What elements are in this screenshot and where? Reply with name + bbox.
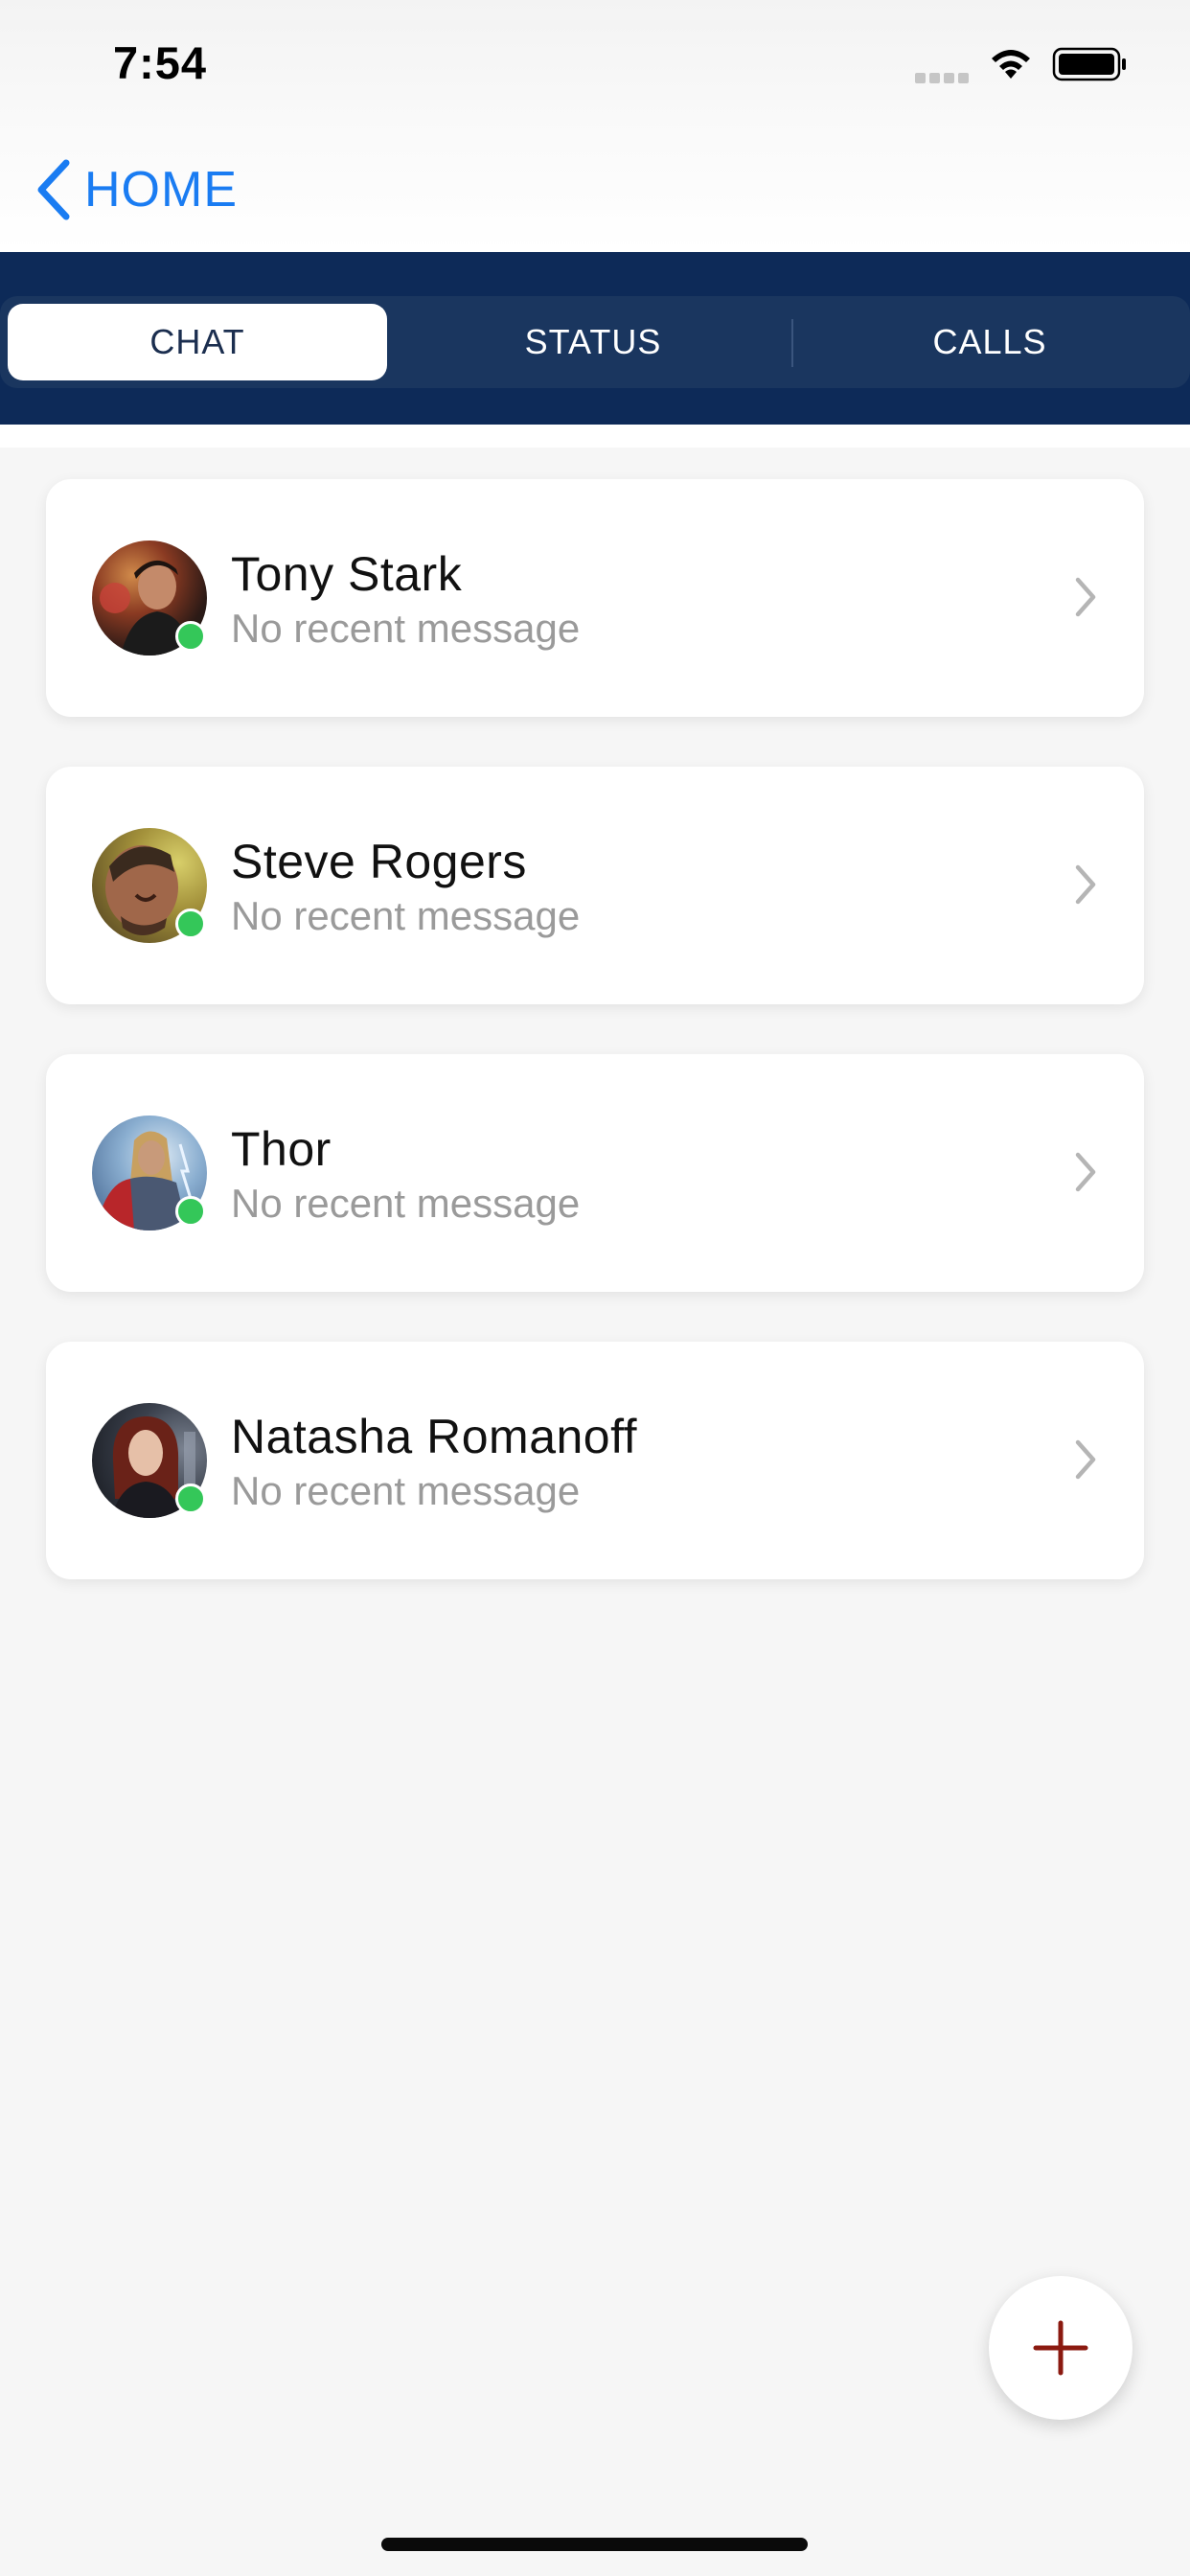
chevron-right-icon	[1075, 1152, 1096, 1192]
message-preview: No recent message	[231, 606, 581, 651]
message-preview: No recent message	[231, 1181, 581, 1226]
message-preview: No recent message	[231, 893, 581, 938]
chat-row-steve-rogers[interactable]: Steve Rogers No recent message	[46, 767, 1144, 1004]
segmented-control: CHAT STATUS CALLS	[0, 296, 1190, 388]
cellular-signal-icon	[915, 71, 973, 83]
chevron-right-icon	[1075, 864, 1096, 905]
battery-icon	[1052, 47, 1126, 81]
online-status-dot	[175, 908, 206, 939]
tab-bottom-strip	[0, 425, 1190, 448]
back-button[interactable]: HOME	[34, 155, 238, 224]
chat-row-tony-stark[interactable]: Tony Stark No recent message	[46, 479, 1144, 717]
contact-name: Thor	[231, 1122, 332, 1176]
nav-bar: HOME	[0, 96, 1190, 252]
contact-name: Tony Stark	[231, 547, 463, 601]
status-bar: 7:54	[0, 0, 1190, 96]
online-status-dot	[175, 621, 206, 652]
chevron-right-icon	[1075, 1439, 1096, 1480]
tab-band: CHAT STATUS CALLS	[0, 252, 1190, 425]
tab-calls[interactable]: CALLS	[793, 296, 1186, 388]
online-status-dot	[175, 1196, 206, 1227]
chat-row-natasha-romanoff[interactable]: Natasha Romanoff No recent message	[46, 1342, 1144, 1579]
online-status-dot	[175, 1484, 206, 1514]
chevron-left-icon	[37, 159, 70, 220]
plus-icon	[1033, 2320, 1088, 2376]
back-button-label: HOME	[84, 162, 238, 218]
contact-name: Natasha Romanoff	[231, 1410, 637, 1463]
message-preview: No recent message	[231, 1468, 581, 1513]
tab-chat[interactable]: CHAT	[8, 304, 387, 380]
chat-row-thor[interactable]: Thor No recent message	[46, 1054, 1144, 1292]
home-indicator	[381, 2538, 808, 2551]
tab-status[interactable]: STATUS	[397, 296, 790, 388]
contact-name: Steve Rogers	[231, 835, 527, 888]
new-chat-button[interactable]	[989, 2276, 1133, 2420]
status-time: 7:54	[113, 37, 208, 88]
chevron-right-icon	[1075, 577, 1096, 617]
wifi-icon	[992, 50, 1030, 79]
